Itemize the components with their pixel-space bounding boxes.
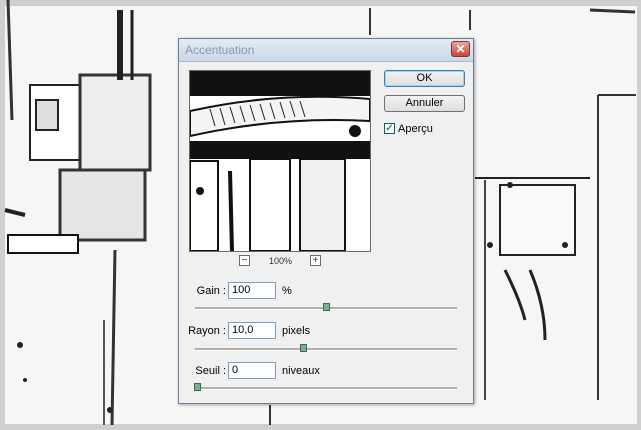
gain-slider[interactable] xyxy=(195,303,457,311)
radius-slider[interactable] xyxy=(195,344,457,352)
unsharp-mask-dialog: Accentuation ✕ − 100% + OK Annuler ✓ Ape… xyxy=(178,38,474,404)
preview-window[interactable] xyxy=(189,70,371,252)
threshold-unit: niveaux xyxy=(282,365,320,377)
gain-unit: % xyxy=(282,285,292,297)
threshold-label: Seuil : xyxy=(195,365,226,377)
gain-label: Gain : xyxy=(196,285,226,297)
cancel-button[interactable]: Annuler xyxy=(384,95,465,112)
radius-input[interactable]: 10,0 xyxy=(228,322,276,339)
zoom-out-button[interactable]: − xyxy=(239,255,250,266)
dialog-title: Accentuation xyxy=(185,43,255,57)
dialog-titlebar[interactable]: Accentuation ✕ xyxy=(179,39,473,62)
radius-label: Rayon : xyxy=(188,325,226,337)
close-button[interactable]: ✕ xyxy=(451,41,470,57)
gain-input[interactable]: 100 xyxy=(228,282,276,299)
radius-unit: pixels xyxy=(282,325,311,337)
checkmark-icon: ✓ xyxy=(385,123,394,134)
threshold-slider-thumb[interactable] xyxy=(194,383,201,391)
radius-slider-thumb[interactable] xyxy=(299,344,307,352)
close-icon: ✕ xyxy=(455,42,466,56)
preview-checkbox-label: Aperçu xyxy=(398,123,433,135)
zoom-in-icon: + xyxy=(312,255,319,266)
preview-checkbox[interactable]: ✓ xyxy=(384,123,395,134)
zoom-out-icon: − xyxy=(241,255,248,266)
gain-slider-thumb[interactable] xyxy=(323,303,330,311)
threshold-slider[interactable] xyxy=(194,383,457,391)
ok-button[interactable]: OK xyxy=(384,70,465,87)
preview-image xyxy=(190,71,370,251)
zoom-level: 100% xyxy=(269,256,293,266)
threshold-input[interactable]: 0 xyxy=(228,362,276,379)
zoom-in-button[interactable]: + xyxy=(310,255,321,266)
